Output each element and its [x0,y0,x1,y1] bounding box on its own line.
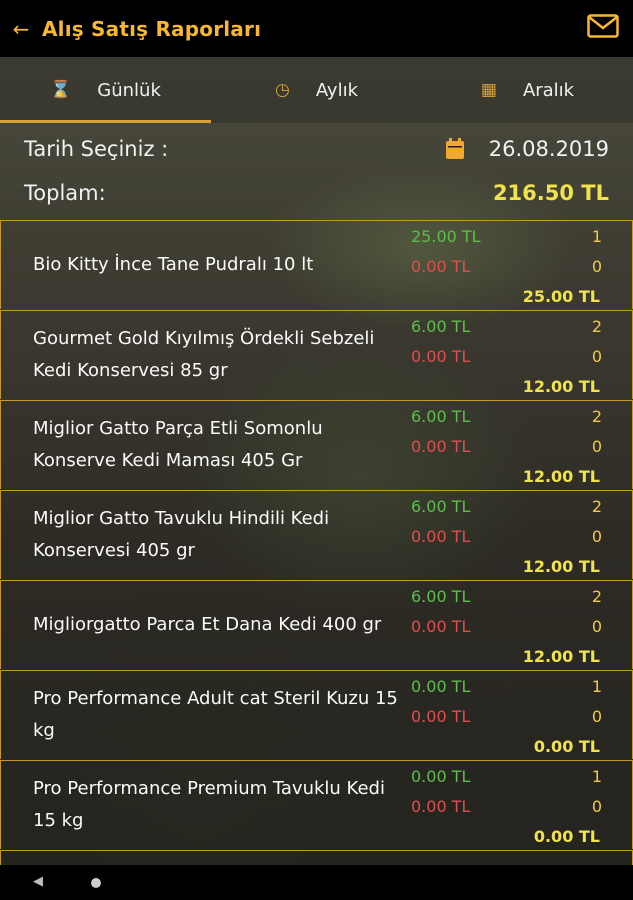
report-list: Bio Kitty İnce Tane Pudralı 10 lt 25.00 … [0,220,633,865]
product-name: Gourmet Gold Kıyılmış Ördekli Sebzeli Ke… [33,328,375,381]
list-item-partial[interactable] [0,850,633,865]
line-total: 12.00 TL [522,557,600,576]
expense-qty: 0 [591,347,602,366]
expense-amount: 0.00 TL [411,347,471,366]
expense-qty: 0 [591,617,602,636]
nav-back-icon[interactable]: ◀ [33,874,43,889]
income-qty: 1 [591,677,602,696]
product-name: Pro Performance Premium Tavuklu Kedi 15 … [33,778,385,831]
arrow-left-icon[interactable]: ← [0,17,42,41]
list-item[interactable]: Miglior Gatto Tavuklu Hindili Kedi Konse… [0,490,633,579]
list-item[interactable]: Pro Performance Adult cat Steril Kuzu 15… [0,670,633,759]
line-total: 12.00 TL [522,377,600,396]
page-title: Alış Satış Raporları [42,16,262,41]
line-total: 12.00 TL [522,647,600,666]
income-qty: 1 [591,767,602,786]
line-total: 0.00 TL [533,737,600,756]
product-name: Bio Kitty İnce Tane Pudralı 10 lt [33,254,314,275]
summary-panel: Tarih Seçiniz : 26.08.2019 Toplam: 216.5… [0,123,633,220]
expense-qty: 0 [591,257,602,276]
list-item[interactable]: Migliorgatto Parca Et Dana Kedi 400 gr 6… [0,580,633,669]
hourglass-icon: ⌛ [50,80,72,100]
app-header: ← Alış Satış Raporları [0,0,633,57]
total-label: Toplam: [24,181,106,205]
income-amount: 6.00 TL [411,407,471,426]
income-amount: 25.00 TL [411,227,481,246]
product-name: Miglior Gatto Parça Etli Somonlu Konserv… [33,418,323,471]
income-qty: 2 [591,317,602,336]
line-total: 12.00 TL [522,467,600,486]
tab-label: Günlük [97,79,161,101]
nav-home-icon[interactable] [91,878,101,888]
date-picker[interactable]: 26.08.2019 [445,137,609,161]
expense-amount: 0.00 TL [411,707,471,726]
income-amount: 6.00 TL [411,587,471,606]
line-total: 0.00 TL [533,827,600,846]
expense-qty: 0 [591,797,602,816]
calendar-icon: ▦ [480,80,497,100]
expense-amount: 0.00 TL [411,617,471,636]
income-amount: 0.00 TL [411,677,471,696]
list-item[interactable]: Gourmet Gold Kıyılmış Ördekli Sebzeli Ke… [0,310,633,399]
expense-amount: 0.00 TL [411,797,471,816]
list-item[interactable]: Miglior Gatto Parça Etli Somonlu Konserv… [0,400,633,489]
list-item[interactable]: Bio Kitty İnce Tane Pudralı 10 lt 25.00 … [0,220,633,309]
income-amount: 0.00 TL [411,767,471,786]
expense-amount: 0.00 TL [411,257,471,276]
income-qty: 2 [591,407,602,426]
income-qty: 1 [591,227,602,246]
expense-qty: 0 [591,527,602,546]
product-name: Pro Performance Adult cat Steril Kuzu 15… [33,688,398,741]
date-label: Tarih Seçiniz : [24,137,169,161]
product-name: Miglior Gatto Tavuklu Hindili Kedi Konse… [33,508,330,561]
list-item[interactable]: Pro Performance Premium Tavuklu Kedi 15 … [0,760,633,849]
date-value: 26.08.2019 [488,137,609,161]
income-qty: 2 [591,587,602,606]
calendar-icon [445,138,464,159]
tab-label: Aralık [522,79,575,101]
income-amount: 6.00 TL [411,497,471,516]
income-qty: 2 [591,497,602,516]
expense-amount: 0.00 TL [411,527,471,546]
mail-icon[interactable] [587,14,619,38]
tab-monthly[interactable]: ◷ Aylık [211,57,422,123]
product-name: Migliorgatto Parca Et Dana Kedi 400 gr [33,614,382,635]
expense-amount: 0.00 TL [411,437,471,456]
tab-label: Aylık [315,79,358,101]
expense-qty: 0 [591,707,602,726]
tab-daily[interactable]: ⌛ Günlük [0,57,211,123]
income-amount: 6.00 TL [411,317,471,336]
period-tabs: ⌛ Günlük ◷ Aylık ▦ Aralık [0,57,633,123]
expense-qty: 0 [591,437,602,456]
tab-range[interactable]: ▦ Aralık [422,57,633,123]
system-nav-bar: ◀ [0,865,633,900]
clock-icon: ◷ [274,80,290,100]
line-total: 25.00 TL [522,287,600,306]
total-value: 216.50 TL [492,181,609,205]
